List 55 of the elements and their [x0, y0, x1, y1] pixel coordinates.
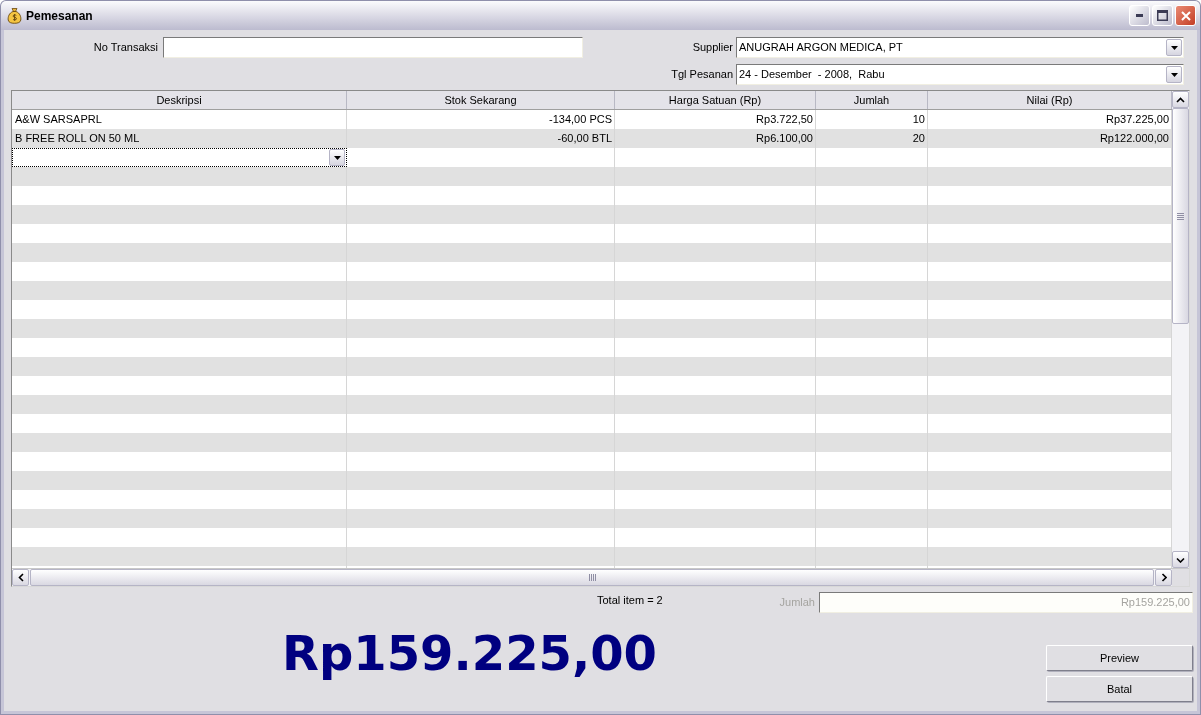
caret-down-icon: [1170, 45, 1178, 50]
column-header[interactable]: Deskripsi: [12, 91, 347, 109]
table-cell-text: A&W SARSAPRL: [14, 112, 103, 128]
caret-down-icon: [333, 155, 341, 160]
preview-button[interactable]: Preview: [1046, 645, 1193, 671]
table-cell-text: Rp3.722,50: [755, 112, 814, 128]
transaction-number-field[interactable]: [163, 37, 583, 58]
money-bag-icon: [7, 7, 22, 24]
dropdown-button[interactable]: [329, 149, 345, 166]
scroll-thumb[interactable]: [1172, 108, 1189, 324]
table-cell-text: -134,00 PCS: [548, 112, 613, 128]
scroll-left-button[interactable]: [12, 569, 29, 586]
column-header[interactable]: Harga Satuan (Rp): [615, 91, 816, 109]
table-cell-text: 10: [911, 112, 926, 128]
minimize-button[interactable]: [1129, 5, 1150, 26]
total-amount-field: Rp159.225,00: [819, 592, 1193, 613]
table-cell-text: Rp6.100,00: [755, 131, 814, 147]
date-dropdown[interactable]: 24 - Desember - 2008, Rabu: [736, 64, 1184, 85]
supplier-dropdown[interactable]: ANUGRAH ARGON MEDICA, PT: [736, 37, 1184, 58]
chevron-down-icon: [1176, 556, 1185, 563]
grip-icon: [588, 574, 596, 581]
table-cell-text: Rp122.000,00: [1098, 131, 1170, 147]
cancel-button[interactable]: Batal: [1046, 676, 1193, 702]
table-cell-text: Rp37.225,00: [1105, 112, 1170, 128]
close-icon: [1180, 10, 1191, 21]
table-row[interactable]: B FREE ROLL ON 50 ML -60,00 BTL Rp6.100,00 20 Rp122.000,00: [12, 129, 1172, 148]
table-cell-text: 20: [911, 131, 926, 147]
dropdown-button[interactable]: [1166, 66, 1182, 83]
column-header[interactable]: Jumlah: [816, 91, 928, 109]
field-label: Jumlah: [779, 595, 815, 611]
chevron-up-icon: [1176, 96, 1185, 103]
chevron-right-icon: [1160, 573, 1167, 582]
caret-down-icon: [1170, 72, 1178, 77]
close-button[interactable]: [1175, 5, 1196, 26]
chevron-left-icon: [17, 573, 24, 582]
field-label: No Transaksi: [92, 40, 159, 56]
total-items-label: Total item = 2: [597, 593, 663, 608]
maximize-button[interactable]: [1152, 5, 1173, 26]
window-title: Pemesanan: [26, 7, 93, 25]
scrollbar-corner: [1172, 569, 1189, 586]
grand-total: Rp159.225,00: [282, 625, 657, 681]
table-cell-text: -60,00 BTL: [556, 131, 613, 147]
grip-icon: [1177, 212, 1184, 220]
field-label: Supplier: [691, 40, 733, 56]
table-row[interactable]: A&W SARSAPRL -134,00 PCS Rp3.722,50 10 Rp37.225,00: [12, 110, 1172, 129]
dropdown-button[interactable]: [1166, 39, 1182, 56]
table-cell-text: B FREE ROLL ON 50 ML: [14, 131, 141, 147]
minimize-icon: [1136, 14, 1143, 17]
scroll-up-button[interactable]: [1172, 91, 1189, 108]
vertical-scrollbar[interactable]: [1172, 91, 1189, 568]
scroll-right-button[interactable]: [1155, 569, 1172, 586]
maximize-icon: [1157, 10, 1168, 21]
field-label: Tgl Pesanan: [670, 67, 733, 83]
column-header[interactable]: Stok Sekarang: [347, 91, 615, 109]
scroll-down-button[interactable]: [1172, 551, 1189, 568]
